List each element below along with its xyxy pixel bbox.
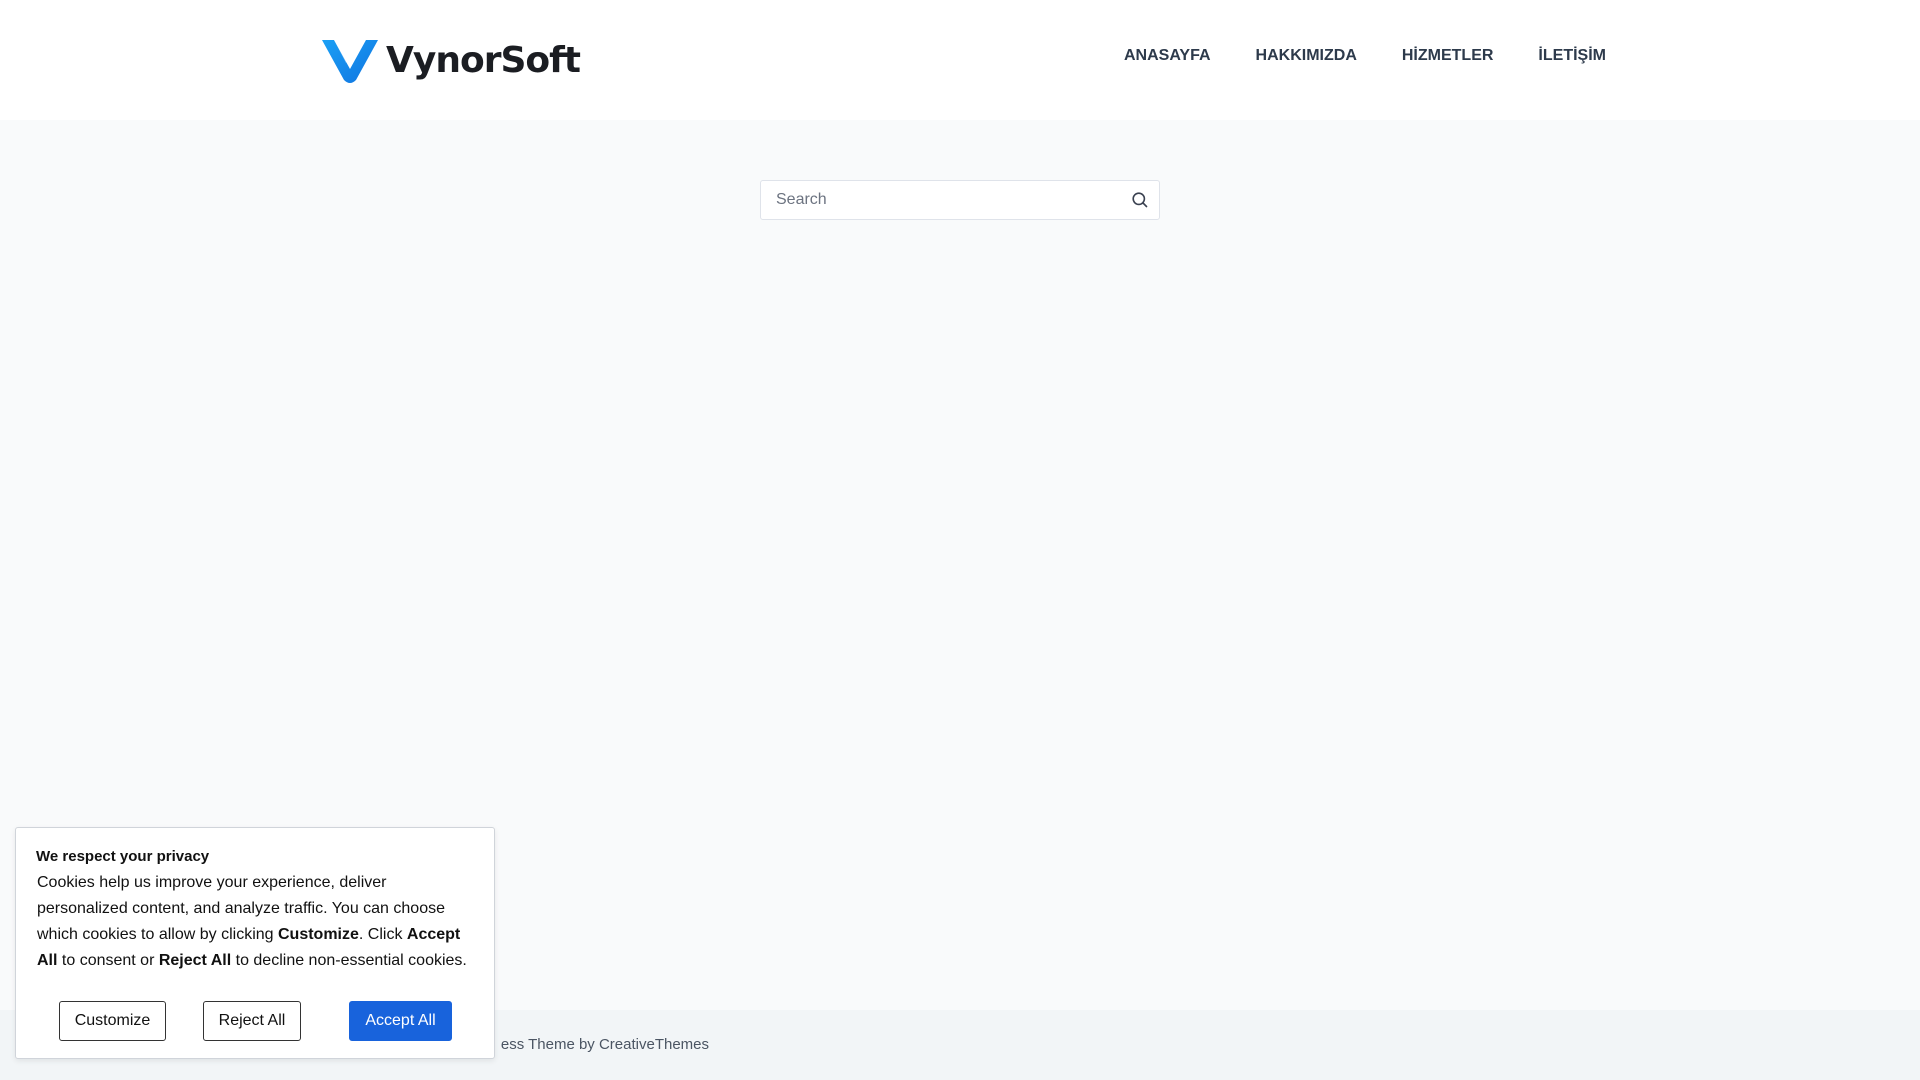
search-icon[interactable] [1131,191,1149,209]
customize-button[interactable]: Customize [59,1001,166,1041]
v-logo-icon [322,40,378,83]
nav-item-iletisim[interactable]: İLETİŞİM [1538,47,1606,65]
cookie-consent-banner: We respect your privacy Cookies help us … [15,827,495,1059]
cookie-message-part3: to consent or [57,952,159,969]
site-logo[interactable]: VynorSoft [320,34,581,86]
nav-item-hakkimizda[interactable]: HAKKIMIZDA [1256,47,1357,65]
reject-all-button[interactable]: Reject All [203,1001,301,1041]
nav-item-hizmetler[interactable]: HİZMETLER [1402,47,1494,65]
nav-item-anasayfa[interactable]: ANASAYFA [1124,47,1211,65]
search-form [760,180,1160,220]
logo-text: VynorSoft [386,39,581,81]
main-nav: ANASAYFA HAKKIMIZDA HİZMETLER İLETİŞİM [1124,47,1606,65]
cookie-message-customize: Customize [278,926,359,943]
site-header: VynorSoft ANASAYFA HAKKIMIZDA HİZMETLER … [0,0,1920,120]
cookie-message-reject-all: Reject All [158,952,232,969]
search-input[interactable] [761,181,1111,219]
cookie-message-part4: to decline non-essential cookies. [231,952,467,969]
cookie-actions: Customize Reject All Accept All [59,1001,467,1041]
cookie-message: Cookies help us improve your experience,… [37,870,477,974]
accept-all-button[interactable]: Accept All [349,1001,452,1041]
footer-credit-text: ess Theme by CreativeThemes [500,1036,709,1053]
cookie-message-part2: . Click [358,926,407,943]
cookie-title: We respect your privacy [36,848,210,865]
